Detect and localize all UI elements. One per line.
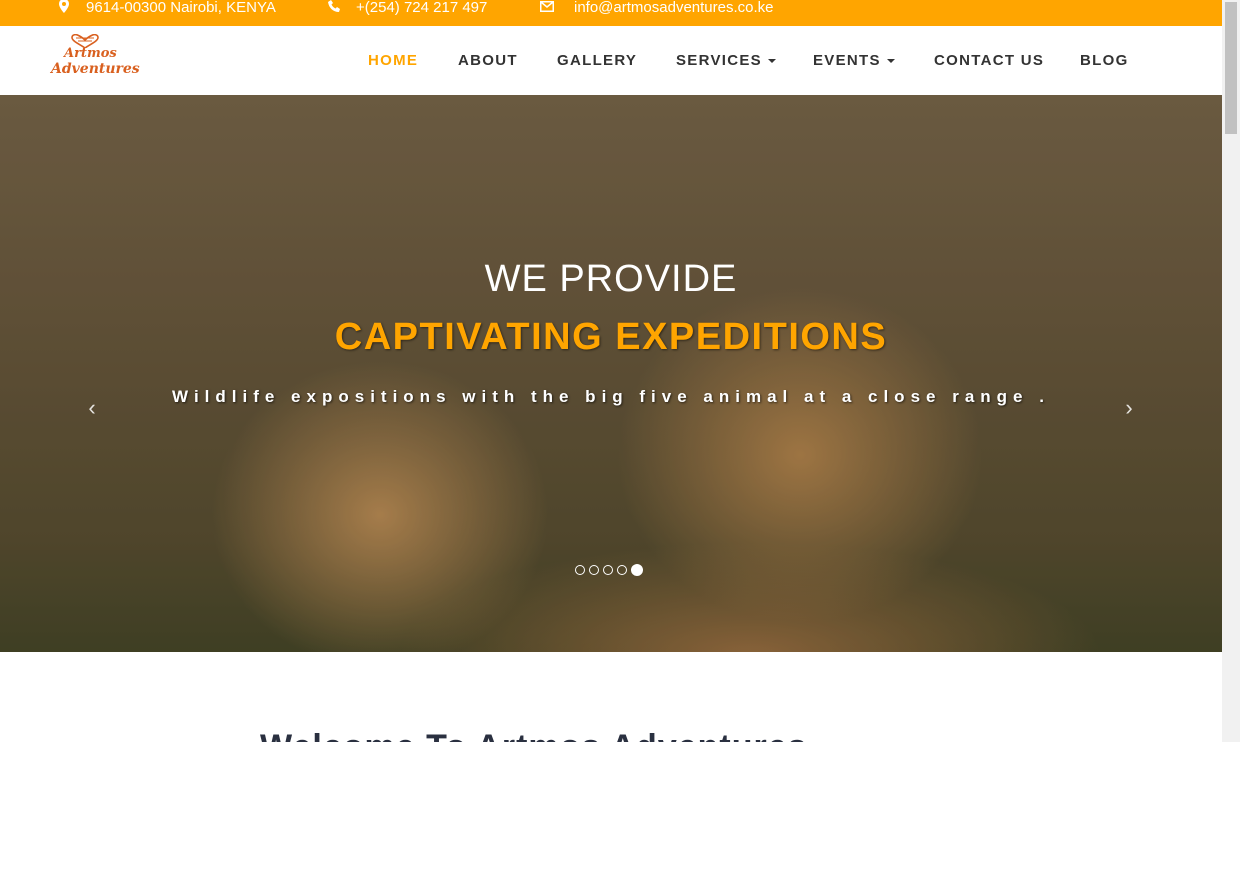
hero-highlight: CAPTIVATING EXPEDITIONS bbox=[334, 316, 888, 358]
phone-item[interactable]: +(254) 724 217 497 bbox=[328, 0, 487, 16]
address-item: 9614-00300 Nairobi, KENYA bbox=[58, 0, 276, 16]
address-text: 9614-00300 Nairobi, KENYA bbox=[86, 0, 276, 16]
nav-events[interactable]: EVENTS bbox=[813, 52, 895, 69]
welcome-heading: Welcome To Artmos Adventures bbox=[260, 728, 808, 742]
map-marker-icon bbox=[58, 0, 72, 17]
caret-down-icon bbox=[886, 59, 895, 64]
main-navbar: Artmos Adventures HOME ABOUT GALLERY SER… bbox=[0, 26, 1222, 95]
carousel-dot[interactable] bbox=[603, 565, 613, 575]
carousel-dot-active[interactable] bbox=[631, 564, 643, 576]
carousel-next-icon[interactable]: › bbox=[1119, 395, 1139, 421]
contact-topbar: 9614-00300 Nairobi, KENYA +(254) 724 217… bbox=[0, 0, 1222, 26]
caret-down-icon bbox=[768, 59, 776, 64]
carousel-indicators bbox=[575, 564, 643, 576]
carousel-dot[interactable] bbox=[589, 565, 599, 575]
logo-line2: Adventures bbox=[51, 61, 140, 77]
hero-carousel: WE PROVIDE CAPTIVATING EXPEDITIONS Wildl… bbox=[0, 95, 1222, 652]
envelope-icon bbox=[540, 0, 554, 16]
logo-line1: Artmos bbox=[64, 46, 117, 61]
page-scrollbar[interactable] bbox=[1222, 0, 1240, 742]
phone-text: +(254) 724 217 497 bbox=[356, 0, 488, 16]
email-text: info@artmosadventures.co.ke bbox=[574, 0, 774, 16]
phone-icon bbox=[328, 0, 342, 17]
nav-contact[interactable]: CONTACT US bbox=[934, 52, 1044, 69]
carousel-dot[interactable] bbox=[575, 565, 585, 575]
nav-about[interactable]: ABOUT bbox=[458, 52, 518, 69]
nav-services[interactable]: SERVICES bbox=[676, 52, 776, 69]
scrollbar-thumb[interactable] bbox=[1225, 2, 1237, 134]
nav-gallery[interactable]: GALLERY bbox=[557, 52, 637, 69]
hero-subtitle: Wildlife expositions with the big five a… bbox=[172, 387, 1050, 406]
carousel-dot[interactable] bbox=[617, 565, 627, 575]
hero-title: WE PROVIDE bbox=[484, 258, 738, 300]
carousel-prev-icon[interactable]: ‹ bbox=[82, 395, 102, 421]
nav-home[interactable]: HOME bbox=[368, 52, 418, 69]
nav-blog[interactable]: BLOG bbox=[1080, 52, 1129, 69]
nav-events-label: EVENTS bbox=[813, 52, 881, 69]
browser-viewport: 9614-00300 Nairobi, KENYA +(254) 724 217… bbox=[0, 0, 1240, 742]
site-logo[interactable]: Artmos Adventures bbox=[48, 34, 148, 84]
nav-services-label: SERVICES bbox=[676, 52, 762, 69]
email-item[interactable]: info@artmosadventures.co.ke bbox=[540, 0, 774, 16]
